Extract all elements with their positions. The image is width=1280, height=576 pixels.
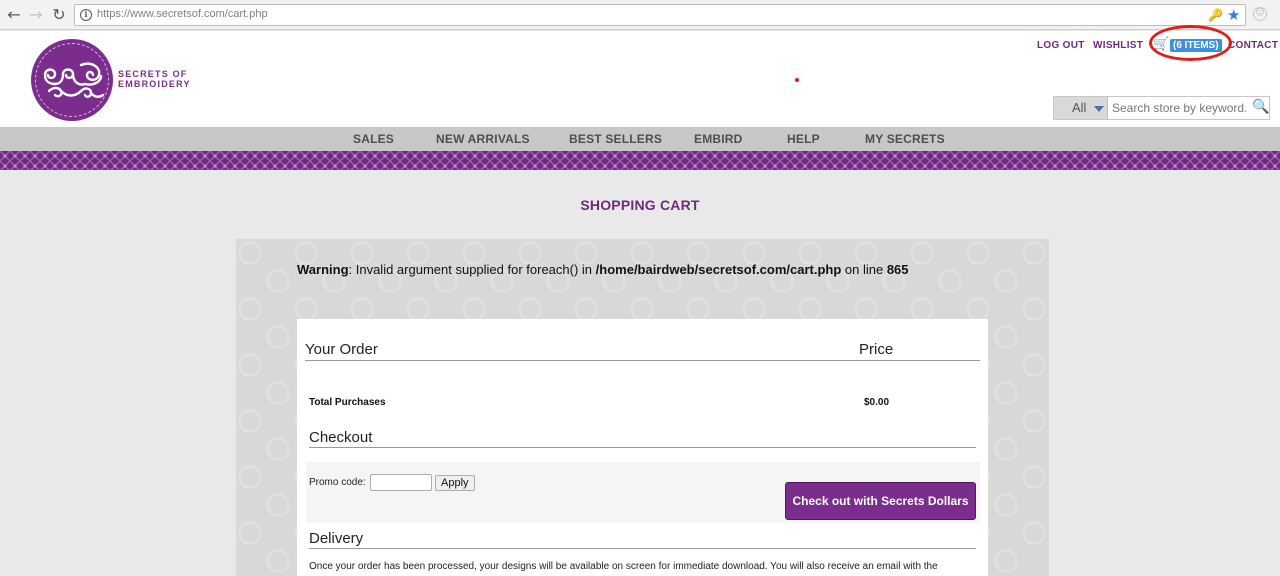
warning-line-number: 865 (886, 262, 909, 277)
decorative-pattern-band (0, 151, 1280, 170)
site-info-icon[interactable]: i (80, 9, 92, 21)
logout-link[interactable]: LOG OUT (1037, 40, 1085, 51)
total-purchases-label: Total Purchases (309, 397, 386, 408)
store-search: All 🔍 (1053, 96, 1270, 120)
extension-icon[interactable]: ☺ (1253, 7, 1267, 21)
address-url: https://www.secretsof.com/cart.php (97, 8, 268, 20)
back-icon[interactable]: ← (4, 5, 24, 25)
warning-label: Warning (297, 262, 349, 277)
chevron-down-icon (1094, 106, 1104, 112)
main-nav: SALES NEW ARRIVALS BEST SELLERS EMBIRD H… (0, 127, 1280, 151)
contact-link[interactable]: CONTACT (1228, 40, 1278, 51)
nav-my-secrets[interactable]: MY SECRETS (865, 132, 945, 146)
logo[interactable] (31, 39, 113, 121)
total-purchases-value: $0.00 (864, 397, 890, 408)
red-annotation-dot (795, 78, 799, 82)
warning-path: /home/bairdweb/secretsof.com/cart.php (595, 262, 842, 277)
warning-text: : Invalid argument supplied for foreach(… (348, 262, 596, 277)
address-bar[interactable]: i https://www.secretsof.com/cart.php 🔑 ★ (74, 4, 1246, 26)
price-heading: Price (859, 341, 894, 358)
logo-line-1: SECRETS OF (118, 69, 188, 79)
forward-icon[interactable]: → (26, 5, 46, 25)
delivery-divider (309, 548, 976, 549)
checkout-secrets-dollars-button[interactable]: Check out with Secrets Dollars (785, 482, 976, 520)
order-header-divider (305, 360, 980, 361)
logo-swirl-icon (43, 62, 105, 98)
search-category-select[interactable]: All (1054, 97, 1108, 119)
nav-embird[interactable]: EMBIRD (694, 132, 743, 146)
search-icon[interactable]: 🔍 (1252, 99, 1269, 115)
key-icon[interactable]: 🔑 (1208, 8, 1223, 22)
logo-wordmark[interactable]: SECRETS OF EMBROIDERY (118, 69, 191, 89)
nav-best-sellers[interactable]: BEST SELLERS (569, 132, 662, 146)
promo-code-label: Promo code: (309, 477, 366, 488)
url-path: /cart.php (224, 8, 268, 20)
warning-on-line: on line (841, 262, 887, 277)
wishlist-link[interactable]: WISHLIST (1093, 40, 1143, 51)
php-warning-message: Warning: Invalid argument supplied for f… (297, 262, 909, 277)
delivery-heading: Delivery (309, 530, 364, 547)
checkout-heading: Checkout (309, 429, 373, 446)
your-order-heading: Your Order (305, 341, 378, 358)
promo-code-input[interactable] (370, 474, 432, 491)
apply-promo-button[interactable]: Apply (435, 475, 475, 491)
site-header: SECRETS OF EMBROIDERY LOG OUT WISHLIST 🛒… (0, 25, 1280, 127)
bookmark-star-icon[interactable]: ★ (1227, 6, 1240, 24)
url-host: https://www.secretsof.com (97, 8, 225, 20)
nav-new-arrivals[interactable]: NEW ARRIVALS (436, 132, 530, 146)
red-annotation-circle (1149, 25, 1232, 61)
checkout-divider (309, 447, 976, 448)
logo-line-2: EMBROIDERY (118, 79, 191, 89)
nav-help[interactable]: HELP (787, 132, 820, 146)
browser-toolbar: ← → ↻ i https://www.secretsof.com/cart.p… (0, 0, 1280, 30)
delivery-description: Once your order has been processed, your… (309, 561, 938, 572)
search-category-value: All (1072, 100, 1087, 115)
page-title: SHOPPING CART (580, 197, 700, 213)
nav-sales[interactable]: SALES (353, 132, 394, 146)
search-input[interactable] (1112, 98, 1246, 118)
reload-icon[interactable]: ↻ (49, 5, 69, 25)
